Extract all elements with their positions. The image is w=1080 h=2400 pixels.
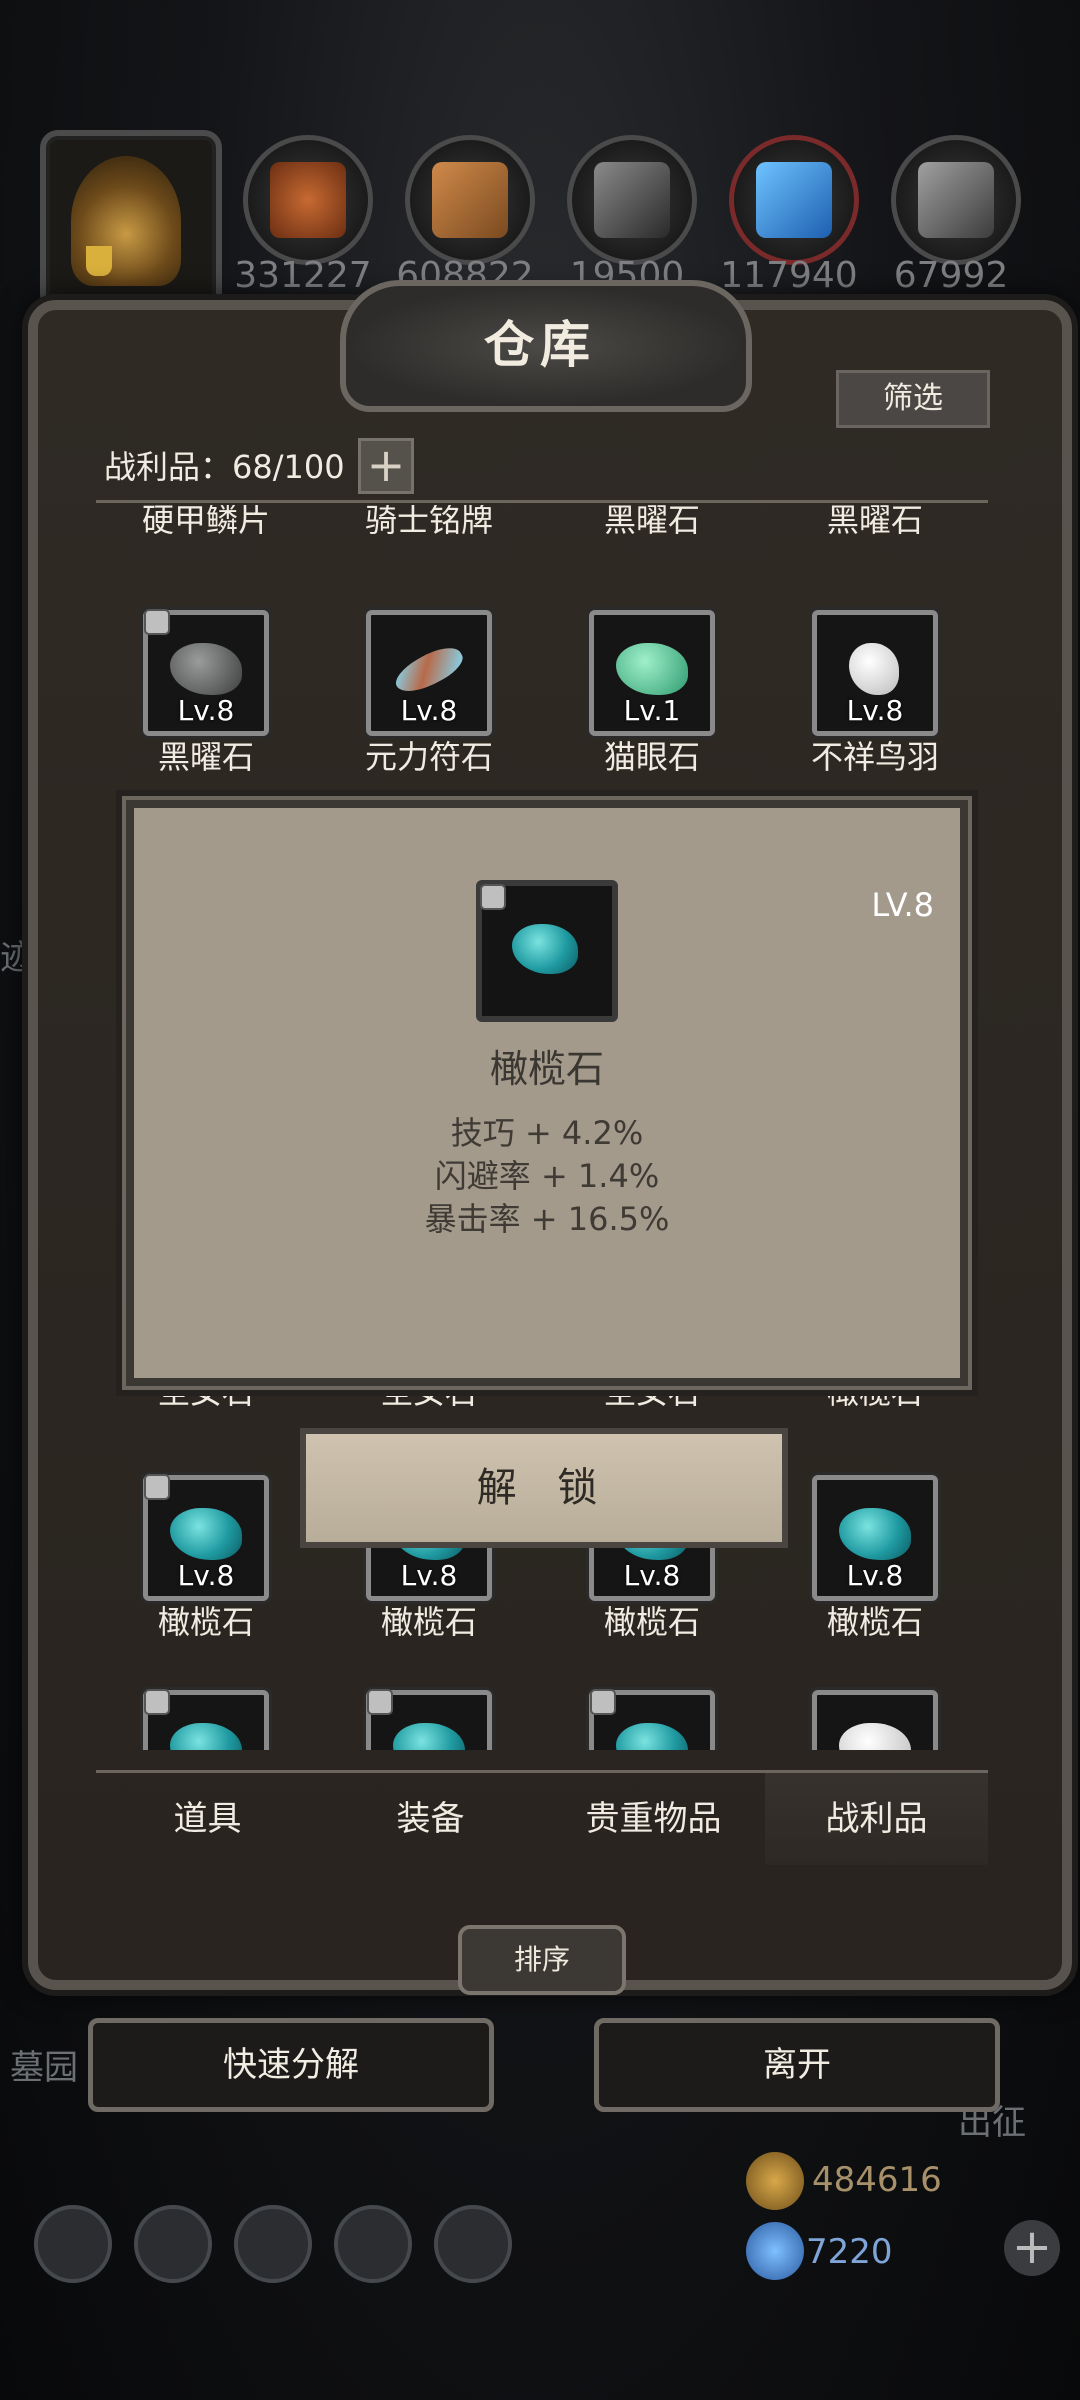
item-name: 橄榄石 bbox=[826, 1603, 923, 1641]
category-tabs: 道具 装备 贵重物品 战利品 bbox=[96, 1770, 988, 1865]
expand-capacity-button[interactable]: + bbox=[358, 438, 414, 494]
item-detail-popup: LV.8 橄榄石 技巧 + 4.2% 闪避率 + 1.4% 暴击率 + 16.5… bbox=[126, 800, 968, 1386]
loot-count: 战利品：68/100 bbox=[104, 448, 345, 486]
settings-icon[interactable] bbox=[34, 2205, 112, 2283]
crystal-icon[interactable] bbox=[729, 135, 859, 265]
quick-decompose-button[interactable]: 快速分解 bbox=[88, 2018, 494, 2112]
steel-ingot-icon[interactable] bbox=[891, 135, 1021, 265]
tab-loot[interactable]: 战利品 bbox=[765, 1773, 988, 1865]
wood-icon[interactable] bbox=[405, 135, 535, 265]
mail-icon[interactable] bbox=[334, 2205, 412, 2283]
gold-amount: 484616 bbox=[812, 2160, 942, 2200]
unlock-button[interactable]: 解 锁 bbox=[300, 1428, 788, 1548]
lock-icon bbox=[367, 1689, 393, 1715]
item-name: 元力符石 bbox=[364, 738, 493, 776]
divider bbox=[96, 500, 988, 503]
item-cell[interactable]: Lv.8 橄榄石 bbox=[96, 1474, 316, 1643]
lock-icon bbox=[144, 609, 170, 635]
lock-icon bbox=[480, 884, 506, 910]
filter-button[interactable]: 筛选 bbox=[836, 370, 990, 428]
gate-icon[interactable] bbox=[234, 2205, 312, 2283]
item-name: 猫眼石 bbox=[603, 738, 700, 776]
add-currency-button[interactable]: + bbox=[1004, 2220, 1060, 2276]
item-detail-icon bbox=[476, 880, 618, 1022]
item-name: 不祥鸟羽 bbox=[810, 738, 939, 776]
item-name: 橄榄石 bbox=[157, 1603, 254, 1641]
item-cell[interactable]: Lv.8 不祥鸟羽 bbox=[765, 610, 985, 778]
scroll-icon bbox=[746, 2152, 804, 2210]
gem-amount: 7220 bbox=[806, 2232, 893, 2272]
item-detail-name: 橄榄石 bbox=[489, 1047, 604, 1091]
resource-value: 117940 bbox=[720, 255, 858, 296]
lock-icon bbox=[144, 1689, 170, 1715]
item-cell[interactable]: Lv.1 猫眼石 bbox=[542, 610, 762, 778]
gem-icon bbox=[746, 2222, 804, 2280]
item-name: 黑曜石 bbox=[603, 505, 700, 539]
shield-icon[interactable] bbox=[434, 2205, 512, 2283]
item-cell[interactable] bbox=[319, 1689, 539, 1750]
sort-button[interactable]: 排序 bbox=[458, 1925, 626, 1995]
star-icon[interactable] bbox=[134, 2205, 212, 2283]
item-cell[interactable]: Lv.8 黑曜石 bbox=[96, 609, 316, 778]
panel-title: 仓库 bbox=[484, 316, 596, 374]
resource-value: 331227 bbox=[234, 255, 372, 296]
leave-button[interactable]: 离开 bbox=[594, 2018, 1000, 2112]
item-cell[interactable]: Lv.8 橄榄石 bbox=[765, 1475, 985, 1643]
item-cell[interactable] bbox=[542, 1689, 762, 1750]
olivine-icon bbox=[512, 924, 578, 974]
bg-text-graveyard: 墓园 bbox=[10, 2048, 78, 2088]
hero-portrait[interactable] bbox=[40, 130, 222, 312]
item-cell[interactable] bbox=[765, 1690, 985, 1750]
item-detail-level: LV.8 bbox=[871, 886, 934, 924]
resource-value: 67992 bbox=[893, 255, 1009, 296]
item-cell[interactable] bbox=[96, 1689, 316, 1750]
item-stat: 暴击率 + 16.5% bbox=[424, 1200, 670, 1238]
tab-items[interactable]: 道具 bbox=[96, 1773, 319, 1865]
item-name: 黑曜石 bbox=[157, 738, 254, 776]
item-name: 硬甲鳞片 bbox=[141, 505, 270, 539]
leather-icon[interactable] bbox=[243, 135, 373, 265]
tab-valuables[interactable]: 贵重物品 bbox=[542, 1773, 765, 1865]
item-stat: 技巧 + 4.2% bbox=[450, 1114, 644, 1152]
item-name: 橄榄石 bbox=[380, 1603, 477, 1641]
tab-equipment[interactable]: 装备 bbox=[319, 1773, 542, 1865]
item-name: 橄榄石 bbox=[603, 1603, 700, 1641]
item-stat: 闪避率 + 1.4% bbox=[434, 1157, 660, 1195]
iron-ingot-icon[interactable] bbox=[567, 135, 697, 265]
item-cell[interactable]: Lv.8 元力符石 bbox=[319, 610, 539, 778]
lock-icon bbox=[590, 1689, 616, 1715]
item-name: 黑曜石 bbox=[826, 505, 923, 539]
lock-icon bbox=[144, 1474, 170, 1500]
item-name: 骑士铭牌 bbox=[364, 505, 493, 539]
